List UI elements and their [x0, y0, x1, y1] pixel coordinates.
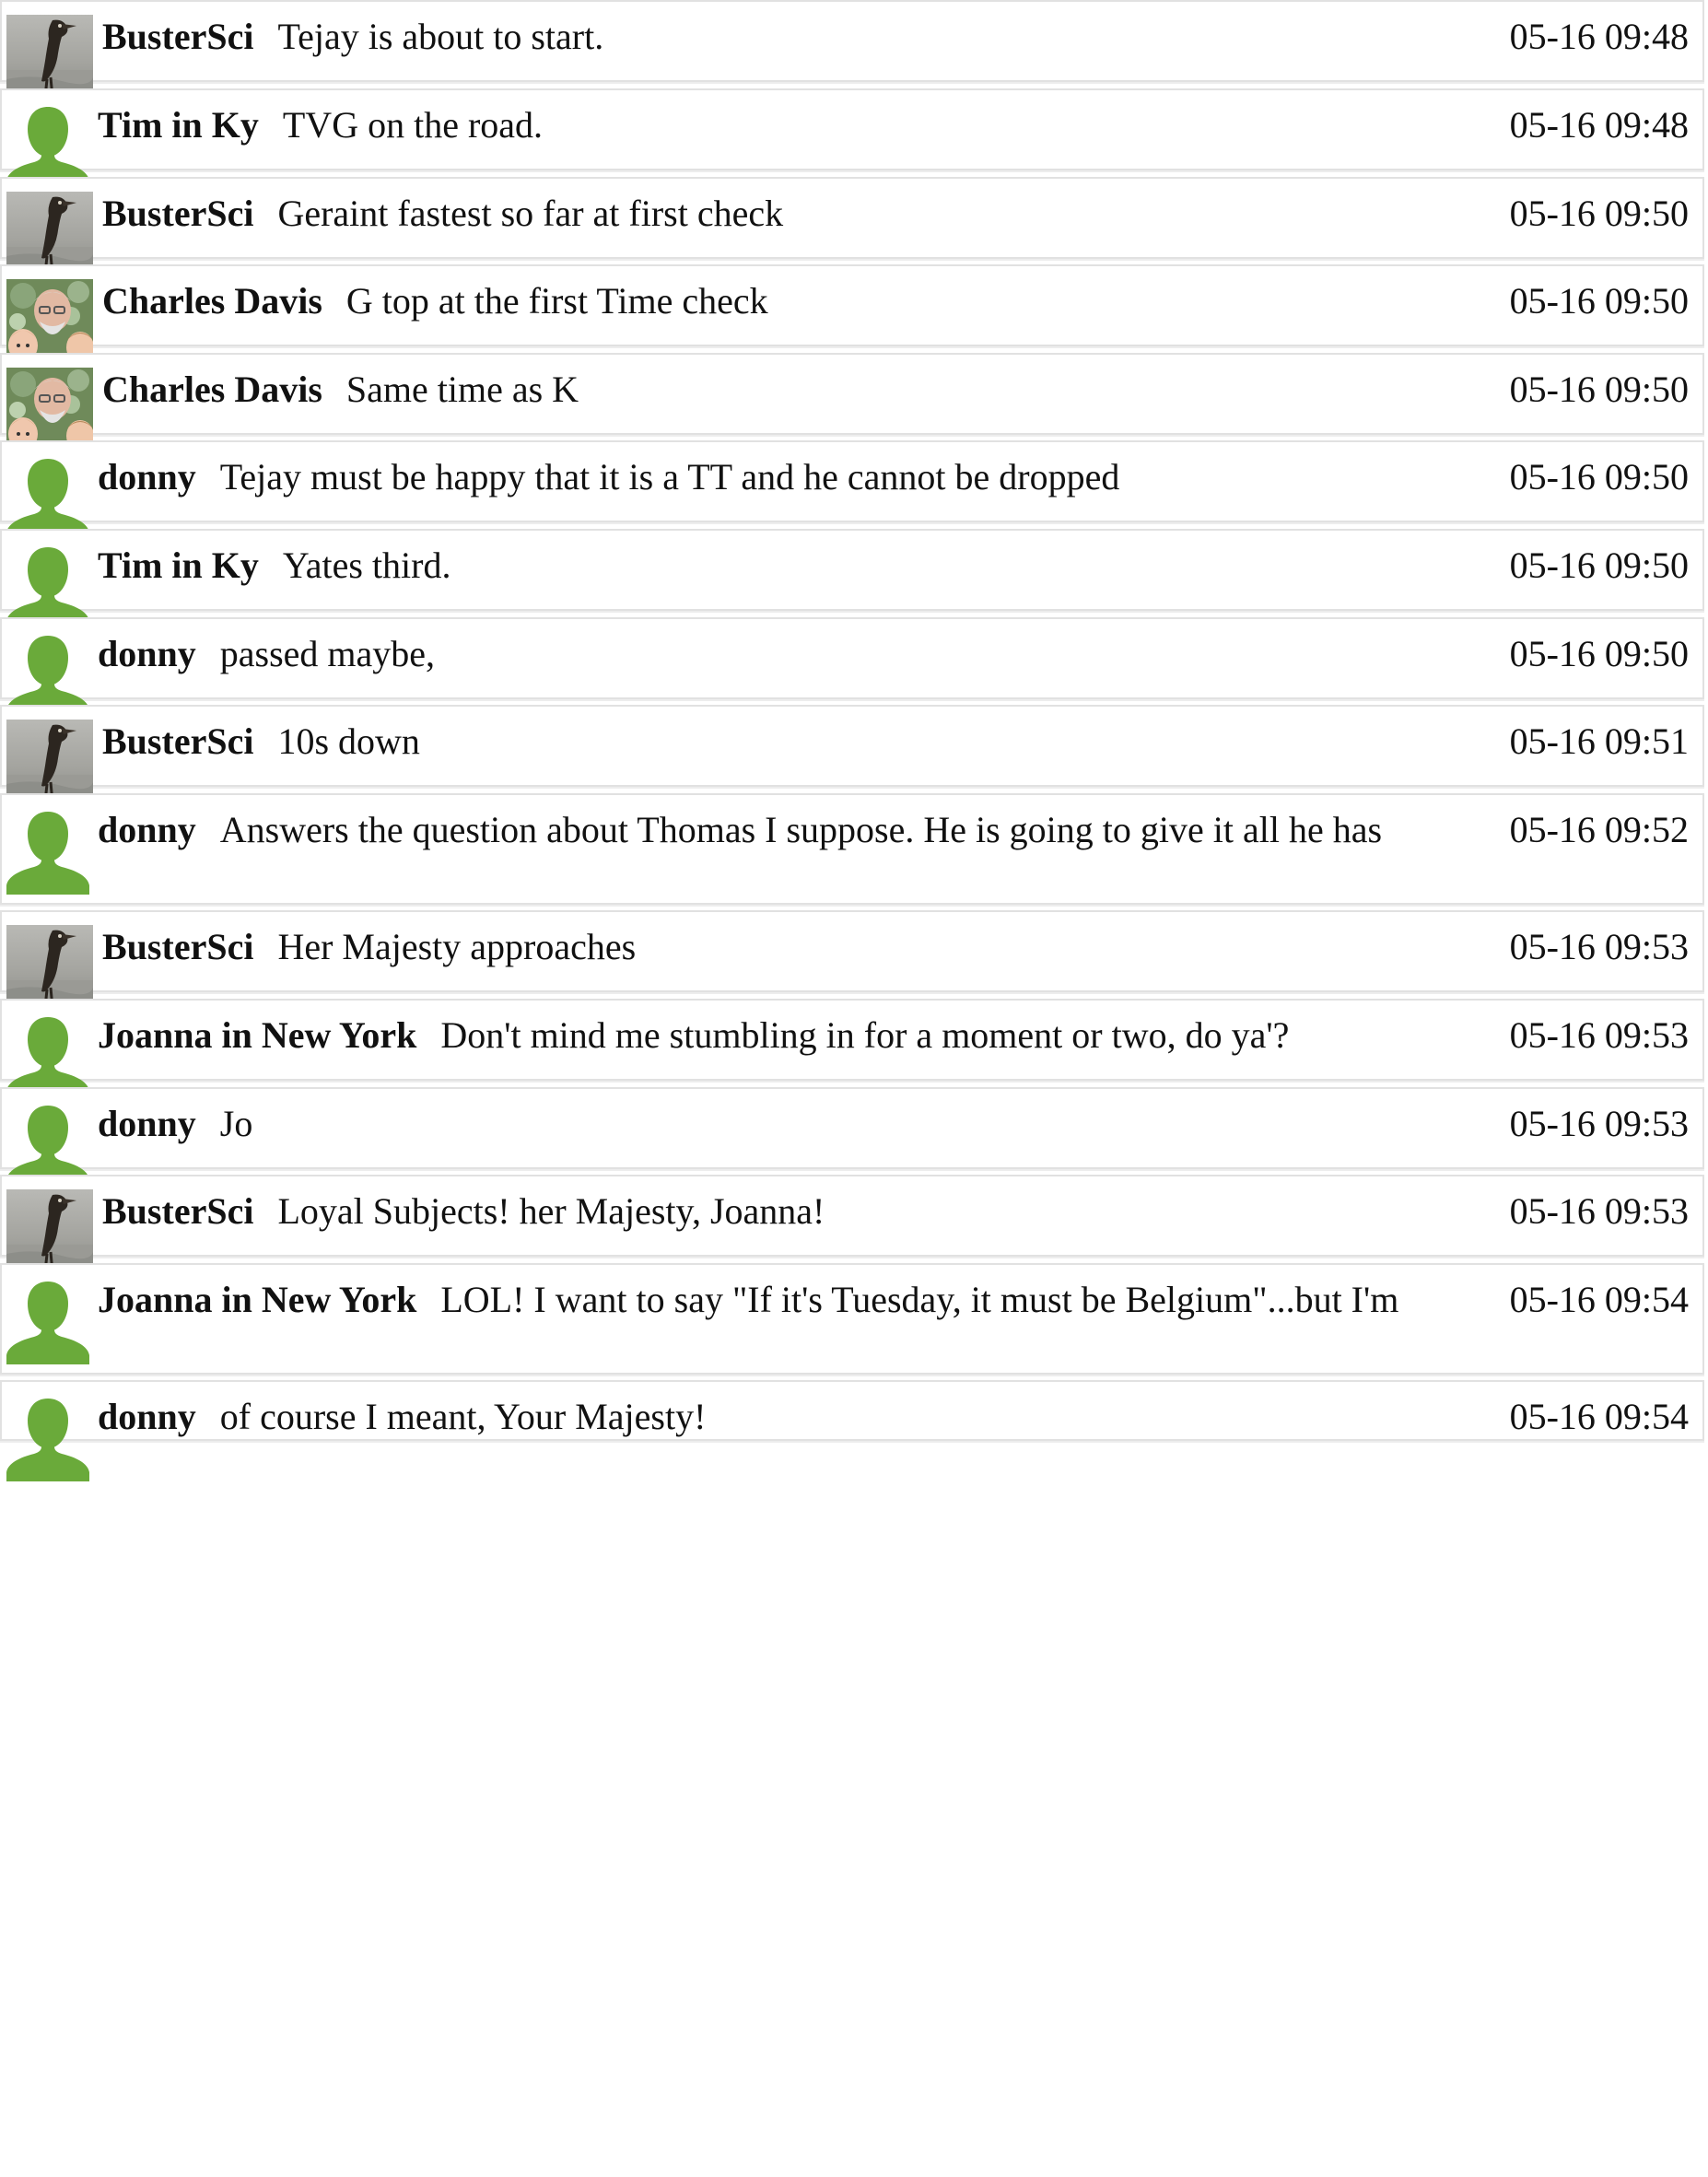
generic-person-icon [6, 812, 89, 895]
chat-message: Charles Davis Same time as K 05-16 09:50 [0, 353, 1704, 454]
message-text: passed maybe, [219, 633, 436, 674]
generic-person-icon [6, 1399, 89, 1481]
username[interactable]: BusterSci [102, 13, 253, 61]
chat-message: BusterSci Tejay is about to start. 05-16 0… [0, 0, 1704, 101]
timestamp: 05-16 09:50 [1509, 633, 1689, 674]
username[interactable]: BusterSci [102, 1188, 253, 1235]
chat-message: donny Jo 05-16 09:53 [0, 1087, 1704, 1188]
chat-message: Joanna in New York LOL! I want to say "If… [0, 1263, 1704, 1416]
chat-message: BusterSci 10s down 05-16 09:51 [0, 705, 1704, 806]
timestamp: 05-16 09:48 [1509, 16, 1689, 57]
timestamp: 05-16 09:50 [1509, 544, 1689, 586]
chat-message: BusterSci Loyal Subjects! her Majesty, Jo… [0, 1175, 1704, 1276]
chat-message: Tim in Ky Yates third. 05-16 09:50 [0, 529, 1704, 630]
generic-person-icon [6, 1282, 89, 1364]
username[interactable]: BusterSci [102, 718, 253, 766]
username[interactable]: BusterSci [102, 923, 253, 971]
message-text: of course I meant, Your Majesty! [219, 1396, 707, 1437]
message-text: Tejay must be happy that it is a TT and … [219, 456, 1120, 497]
username[interactable]: Tim in Ky [98, 542, 259, 590]
message-text: 10s down [277, 720, 420, 762]
chat-message: donny passed maybe, 05-16 09:50 [0, 617, 1704, 719]
username[interactable]: donny [98, 453, 196, 501]
message-text: TVG on the road. [282, 104, 544, 146]
timestamp: 05-16 09:50 [1509, 369, 1689, 410]
username[interactable]: donny [98, 630, 196, 678]
timestamp: 05-16 09:53 [1509, 1014, 1689, 1056]
timestamp: 05-16 09:53 [1509, 1103, 1689, 1144]
message-text: G top at the first Time check [345, 280, 768, 322]
chat-message: BusterSci Her Majesty approaches 05-16 09:… [0, 910, 1704, 1012]
timestamp: 05-16 09:48 [1509, 104, 1689, 146]
chat-message: donny Answers the question about Thomas I… [0, 793, 1704, 946]
message-text: Her Majesty approaches [277, 926, 637, 967]
timestamp: 05-16 09:53 [1509, 1190, 1689, 1232]
avatar[interactable] [6, 808, 89, 895]
timestamp: 05-16 09:50 [1509, 193, 1689, 234]
message-text: Jo [219, 1103, 253, 1144]
message-text: Don't mind me stumbling in for a moment … [440, 1014, 1290, 1056]
timestamp: 05-16 09:50 [1509, 456, 1689, 497]
username[interactable]: Charles Davis [102, 277, 322, 325]
chat-message: donny Tejay must be happy that it is a TT… [0, 440, 1704, 542]
username[interactable]: donny [98, 806, 196, 854]
chat-message: Tim in Ky TVG on the road. 05-16 09:48 [0, 88, 1704, 190]
message-text: Answers the question about Thomas I supp… [219, 809, 1383, 850]
username[interactable]: Joanna in New York [98, 1276, 416, 1324]
timestamp: 05-16 09:50 [1509, 280, 1689, 322]
message-text: LOL! I want to say "If it's Tuesday, it … [440, 1279, 1399, 1320]
username[interactable]: donny [98, 1393, 196, 1441]
chat-message: Charles Davis G top at the first Time che… [0, 264, 1704, 366]
timestamp: 05-16 09:53 [1509, 926, 1689, 967]
avatar[interactable] [6, 1278, 89, 1364]
chat-message: donny of course I meant, Your Majesty! 05-… [0, 1380, 1704, 1481]
username[interactable]: donny [98, 1100, 196, 1148]
timestamp: 05-16 09:54 [1509, 1279, 1689, 1320]
message-text: Same time as K [345, 369, 579, 410]
username[interactable]: Tim in Ky [98, 101, 259, 149]
message-text: Geraint fastest so far at first check [277, 193, 784, 234]
timestamp: 05-16 09:54 [1509, 1396, 1689, 1437]
message-text: Loyal Subjects! her Majesty, Joanna! [277, 1190, 825, 1232]
username[interactable]: Joanna in New York [98, 1012, 416, 1059]
message-text: Tejay is about to start. [277, 16, 604, 57]
username[interactable]: BusterSci [102, 190, 253, 238]
chat-message: Joanna in New York Don't mind me stumblin… [0, 999, 1704, 1100]
timestamp: 05-16 09:51 [1509, 720, 1689, 762]
chat-message: BusterSci Geraint fastest so far at first… [0, 177, 1704, 278]
username[interactable]: Charles Davis [102, 366, 322, 414]
avatar[interactable] [6, 1395, 89, 1481]
timestamp: 05-16 09:52 [1509, 809, 1689, 850]
message-text: Yates third. [282, 544, 451, 586]
